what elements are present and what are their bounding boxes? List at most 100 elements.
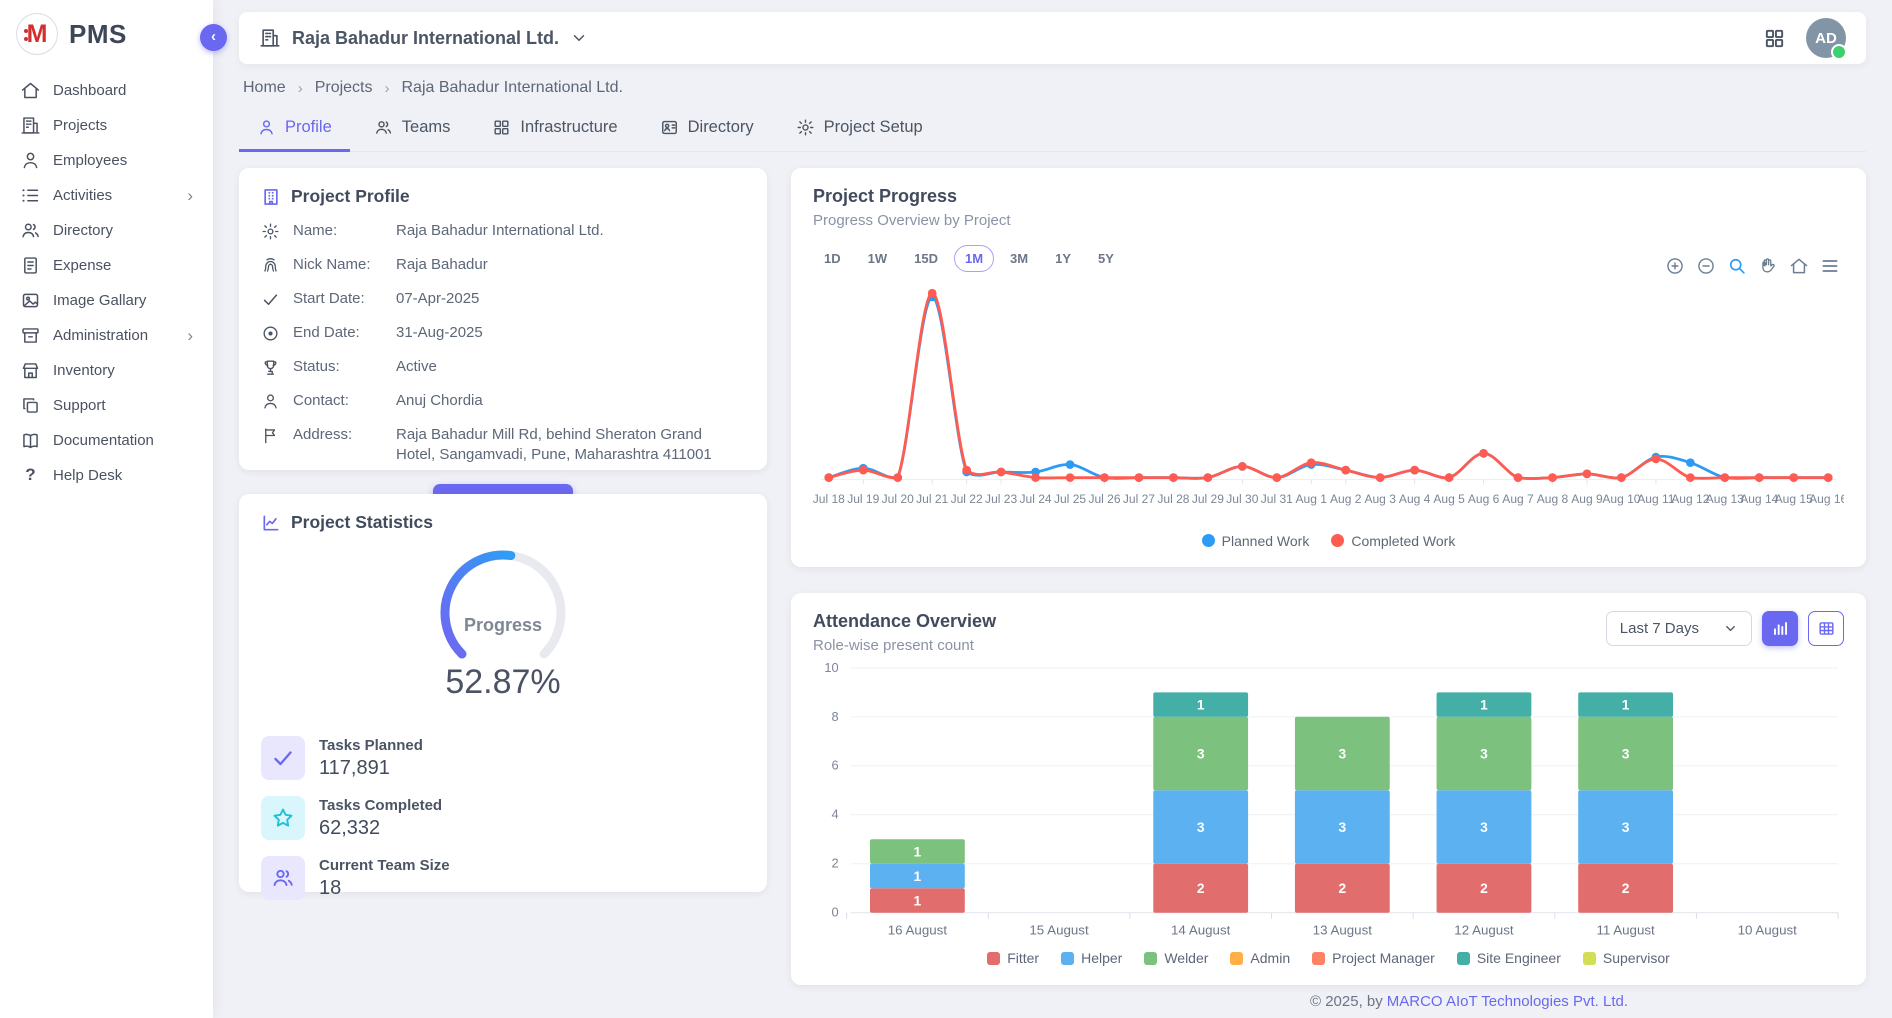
tab-project-setup[interactable]: Project Setup [778,107,941,152]
range-15d[interactable]: 15D [903,245,949,272]
question-mark-icon: ? [20,465,41,485]
tab-directory[interactable]: Directory [642,107,772,152]
footer-brand-link[interactable]: MARCO AIoT Technologies Pvt. Ltd. [1387,993,1628,1010]
legend-item[interactable]: Admin [1230,950,1290,966]
bar-chart-legend: Fitter Helper Welder Admin Project Manager Si… [813,950,1844,966]
sidebar-item-image-gallery[interactable]: Image Gallary [10,283,203,318]
tab-teams[interactable]: Teams [356,107,469,152]
gauge-value: 52.87% [445,663,560,702]
svg-text:4: 4 [832,807,839,822]
svg-text:Aug 1: Aug 1 [1296,492,1328,506]
legend-item[interactable]: Welder [1144,950,1208,966]
team-icon [261,856,305,900]
tab-bar: Profile Teams Infrastructure Directory P… [239,107,1866,152]
zoom-in-icon[interactable] [1665,256,1685,276]
reset-home-icon[interactable] [1789,256,1809,276]
breadcrumb-projects[interactable]: Projects [315,79,373,97]
circle-dot-icon [261,324,280,343]
svg-text:10 August: 10 August [1738,922,1798,937]
svg-text:8: 8 [832,709,839,724]
svg-text:1: 1 [1480,696,1488,712]
copy-icon [20,395,41,416]
range-1m[interactable]: 1M [954,245,994,272]
sidebar-item-support[interactable]: Support [10,388,203,423]
svg-text:11 August: 11 August [1596,922,1655,937]
topbar-actions: AD [1763,18,1846,58]
tab-profile[interactable]: Profile [239,107,350,152]
sidebar-collapse-button[interactable]: ‹ [200,24,227,51]
legend-item[interactable]: Supervisor [1583,950,1670,966]
pan-hand-icon[interactable] [1758,256,1778,276]
svg-text:Aug 14: Aug 14 [1740,492,1778,506]
svg-text:Aug 15: Aug 15 [1775,492,1813,506]
sidebar-item-documentation[interactable]: Documentation [10,423,203,458]
svg-text:3: 3 [1197,745,1205,761]
svg-text:2: 2 [1197,880,1205,896]
range-3m[interactable]: 3M [999,245,1039,272]
breadcrumb-current: Raja Bahadur International Ltd. [401,79,622,97]
legend-item[interactable]: Project Manager [1312,950,1435,966]
legend-item[interactable]: Planned Work [1202,533,1310,549]
archive-icon [20,325,41,346]
attendance-controls: Last 7 Days [1606,611,1844,646]
svg-text:14 August: 14 August [1171,922,1231,937]
legend-item[interactable]: Site Engineer [1457,950,1561,966]
sidebar-item-inventory[interactable]: Inventory [10,353,203,388]
legend-item[interactable]: Completed Work [1331,533,1455,549]
sidebar-item-expense[interactable]: Expense [10,248,203,283]
range-5y[interactable]: 5Y [1087,245,1125,272]
breadcrumb: Home › Projects › Raja Bahadur Internati… [239,64,1866,103]
legend-swatch [1061,952,1074,965]
building-icon [259,27,281,49]
home-icon [20,80,41,101]
svg-text:Jul 18: Jul 18 [813,492,845,506]
svg-text:16 August: 16 August [888,922,948,937]
range-1d[interactable]: 1D [813,245,852,272]
sidebar-item-projects[interactable]: Projects [10,108,203,143]
sidebar-item-dashboard[interactable]: Dashboard [10,73,203,108]
sidebar-item-activities[interactable]: Activities › [10,178,203,213]
main-area: Raja Bahadur International Ltd. AD Home … [213,0,1892,1018]
svg-text:1: 1 [914,843,922,859]
sidebar-item-directory[interactable]: Directory [10,213,203,248]
stat-tasks-completed: Tasks Completed 62,332 [261,796,745,840]
sidebar-item-employees[interactable]: Employees [10,143,203,178]
grid-icon [492,118,511,137]
fingerprint-icon [261,256,280,275]
gauge-arc: Progress [403,543,603,661]
user-icon [20,150,41,171]
svg-text:Aug 7: Aug 7 [1502,492,1534,506]
svg-text:2: 2 [1338,880,1346,896]
contact-card-icon [660,118,679,137]
svg-text:2: 2 [1480,880,1488,896]
svg-text:Jul 27: Jul 27 [1123,492,1155,506]
check-icon [261,736,305,780]
building-icon [261,187,281,207]
footer: © 2025, byMARCO AIoT Technologies Pvt. L… [239,985,1866,1018]
legend-item[interactable]: Fitter [987,950,1039,966]
range-1y[interactable]: 1Y [1044,245,1082,272]
bar-view-button[interactable] [1762,611,1798,646]
list-icon [20,185,41,206]
avatar[interactable]: AD [1806,18,1846,58]
date-range-select[interactable]: Last 7 Days [1606,611,1752,646]
app-root: M PMS ‹ Dashboard Projects Employees Act… [0,0,1892,1018]
table-view-button[interactable] [1808,611,1844,646]
breadcrumb-home[interactable]: Home [243,79,286,97]
selection-zoom-icon[interactable] [1727,256,1747,276]
field-name: Name: Raja Bahadur International Ltd. [261,221,745,241]
sidebar-item-administration[interactable]: Administration › [10,318,203,353]
svg-text:Aug 10: Aug 10 [1602,492,1640,506]
svg-text:Jul 19: Jul 19 [847,492,879,506]
apps-grid-icon[interactable] [1763,27,1786,50]
zoom-out-icon[interactable] [1696,256,1716,276]
progress-gauge: Progress 52.87% [261,543,745,702]
menu-icon[interactable] [1820,256,1840,276]
range-1w[interactable]: 1W [857,245,899,272]
project-progress-chart: Jul 18Jul 19Jul 20Jul 21Jul 22Jul 23Jul … [813,276,1844,525]
company-selector[interactable]: Raja Bahadur International Ltd. [259,27,588,49]
sidebar-item-help-desk[interactable]: ? Help Desk [10,458,203,492]
legend-item[interactable]: Helper [1061,950,1122,966]
sidebar-nav: Dashboard Projects Employees Activities … [0,65,213,500]
tab-infrastructure[interactable]: Infrastructure [474,107,635,152]
